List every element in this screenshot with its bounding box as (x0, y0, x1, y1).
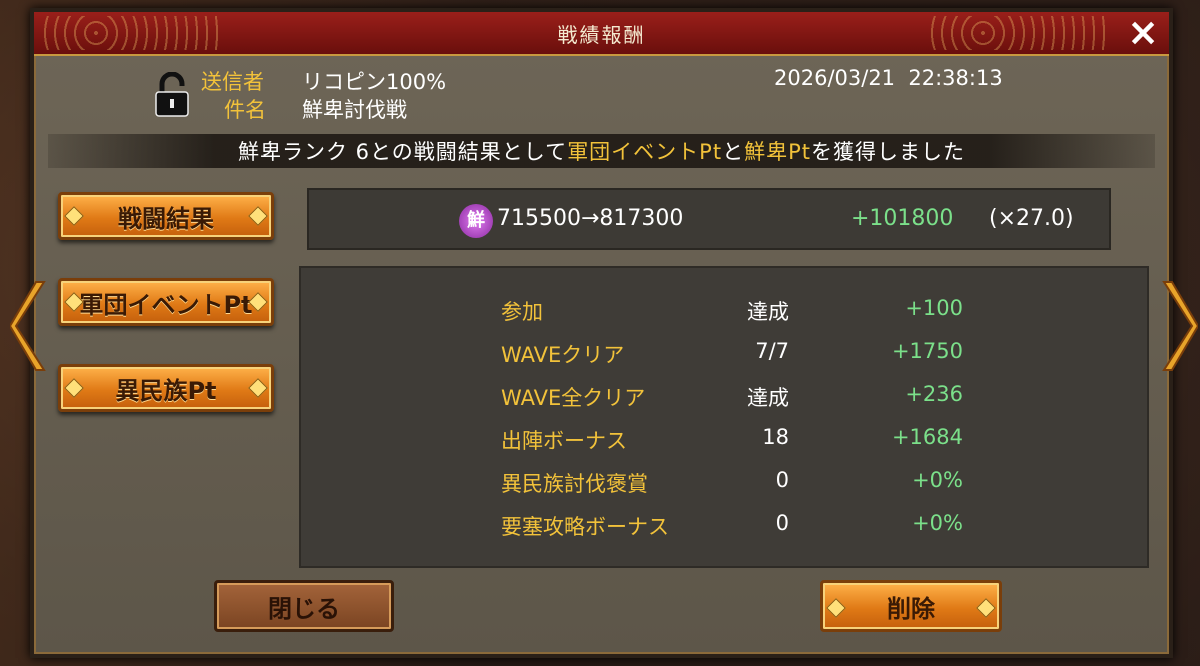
detail-label: 出陣ボーナス (501, 429, 627, 453)
detail-row: 異民族討伐褒賞 0 +0% (301, 462, 1147, 502)
unlock-icon[interactable] (152, 72, 192, 118)
detail-row: 参加 達成 +100 (301, 290, 1147, 330)
detail-label: 参加 (501, 300, 543, 324)
banner-highlight-event-pt: 軍団イベントPt (567, 140, 723, 164)
detail-label: WAVEクリア (501, 343, 625, 367)
prev-arrow-icon[interactable] (10, 278, 50, 374)
tab-label: 異民族Pt (115, 376, 217, 405)
sender-name: リコピン100% (302, 70, 447, 94)
detail-value: 0 (775, 468, 789, 492)
detail-gain: +0% (912, 468, 963, 492)
detail-value: 0 (775, 511, 789, 535)
detail-label: 異民族討伐褒賞 (501, 472, 648, 496)
subject-label: 件名 (224, 98, 266, 122)
title-ornament-left (42, 16, 222, 50)
sender-label: 送信者 (201, 70, 264, 94)
detail-label: 要塞攻略ボーナス (501, 515, 669, 539)
detail-label: WAVE全クリア (501, 386, 646, 410)
tab-label: 軍団イベントPt (79, 290, 253, 319)
dialog-title: 戦績報酬 (557, 22, 646, 47)
banner-text-3: を獲得しました (811, 140, 965, 164)
detail-value: 達成 (747, 300, 789, 324)
delete-label: 削除 (887, 594, 935, 623)
gem-ornament-icon (976, 598, 996, 618)
delete-button[interactable]: 削除 (820, 580, 1002, 632)
mail-datetime: 2026/03/21 22:38:13 (774, 66, 1003, 90)
gem-ornament-icon (64, 206, 84, 226)
tab-barbarian-pt[interactable]: 異民族Pt (58, 364, 274, 412)
gem-ornament-icon (64, 378, 84, 398)
result-banner: 鮮卑ランク 6との戦闘結果として 軍団イベントPt と 鮮卑Pt を獲得しました (48, 134, 1155, 168)
detail-gain: +100 (905, 296, 963, 320)
gem-ornament-icon (826, 598, 846, 618)
tab-battle-result[interactable]: 戦闘結果 (58, 192, 274, 240)
points-gain: +101800 (851, 206, 954, 231)
detail-value: 18 (762, 425, 789, 449)
points-change: 715500→817300 (497, 206, 684, 231)
detail-value: 7/7 (755, 339, 789, 363)
tab-legion-event-pt[interactable]: 軍団イベントPt (58, 278, 274, 326)
next-arrow-icon[interactable] (1158, 278, 1198, 374)
detail-row: WAVE全クリア 達成 +236 (301, 376, 1147, 416)
points-summary: 鮮 715500→817300 +101800 (×27.0) (307, 188, 1111, 250)
banner-text-1: 鮮卑ランク 6との戦闘結果として (237, 140, 568, 164)
detail-row: 要塞攻略ボーナス 0 +0% (301, 505, 1147, 545)
banner-text-2: と (722, 140, 745, 164)
detail-row: 出陣ボーナス 18 +1684 (301, 419, 1147, 459)
gem-ornament-icon (248, 378, 268, 398)
close-button[interactable]: 閉じる (214, 580, 394, 632)
detail-gain: +1750 (891, 339, 963, 363)
detail-row: WAVEクリア 7/7 +1750 (301, 333, 1147, 373)
title-bar: 戦績報酬 × (34, 12, 1169, 56)
detail-table: 参加 達成 +100 WAVEクリア 7/7 +1750 WAVE全クリア 達成… (299, 266, 1149, 568)
gem-ornament-icon (248, 206, 268, 226)
detail-gain: +1684 (891, 425, 963, 449)
points-multiplier: (×27.0) (989, 206, 1074, 231)
xianbei-pt-icon: 鮮 (459, 204, 493, 238)
close-icon[interactable]: × (1123, 13, 1163, 52)
banner-highlight-xianbei-pt: 鮮卑Pt (744, 140, 811, 164)
mail-header: 送信者 リコピン100% 件名 鮮卑討伐戦 2026/03/21 22:38:1… (34, 64, 1169, 130)
reward-dialog: 戦績報酬 × 送信者 リコピン100% 件名 鮮卑討伐戦 2026/03/21 … (30, 8, 1173, 658)
title-ornament-right (929, 16, 1109, 50)
subject-text: 鮮卑討伐戦 (302, 98, 407, 122)
tab-label: 戦闘結果 (118, 204, 214, 233)
detail-gain: +236 (905, 382, 963, 406)
detail-gain: +0% (912, 511, 963, 535)
detail-value: 達成 (747, 386, 789, 410)
